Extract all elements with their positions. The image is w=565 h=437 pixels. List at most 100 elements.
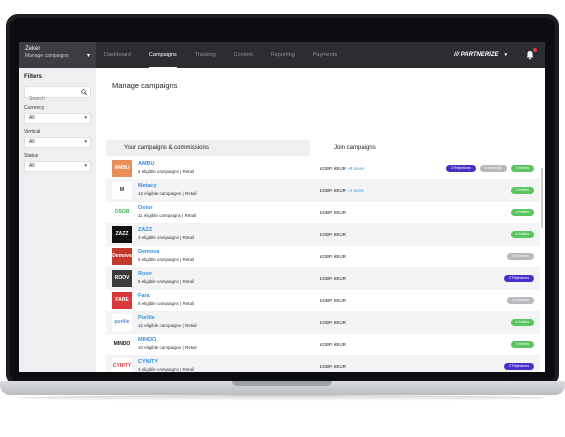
campaign-row[interactable]: ROOV Roov 6 eligible campaigns | Retail £GB… — [106, 268, 540, 290]
campaign-row[interactable]: AMBU AMBU 4 eligible campaigns | Retail £GB… — [106, 158, 540, 180]
main-nav: Dashboard Campaigns Tracking Content Rep… — [96, 42, 355, 68]
currency-text: £GBP, €EUR — [320, 298, 346, 303]
campaign-tabs: Your campaigns & commissions Join campai… — [106, 140, 540, 156]
currency-text: £GBP, €EUR — [320, 342, 346, 347]
status-badge[interactable]: 5 requests — [507, 253, 534, 260]
currency-text: £GBP, €EUR — [320, 254, 346, 259]
currency-list: £GBP, €EUR +8 more — [320, 166, 364, 171]
currency-text: £GBP, €EUR — [320, 320, 346, 325]
account-subtitle: Manage campaigns — [25, 53, 69, 59]
brand-logo: purlile — [112, 314, 132, 331]
campaign-row[interactable]: CYNITY CYNITY 3 eligible campaigns | Retai… — [106, 356, 540, 372]
campaign-row[interactable]: OSOR Ostor 11 eligible campaigns | Retail £… — [106, 202, 540, 224]
advertiser-name-link[interactable]: ZAZZ — [138, 227, 152, 233]
advertiser-name-link[interactable]: CYNITY — [138, 359, 158, 365]
currency-list: £GBP, €EUR — [320, 276, 346, 281]
currency-text: £GBP, €EUR — [320, 166, 346, 171]
currency-filter-select[interactable]: All ▾ — [24, 113, 91, 124]
campaign-row[interactable]: Demova Demova 5 eligible campaigns | Retai… — [106, 246, 540, 268]
laptop-notch — [232, 381, 332, 386]
eligible-campaigns-text: 8 eligible campaigns | Retail — [138, 301, 194, 306]
filters-sidebar: Filters Currency All ▾ Vertical All ▾ St… — [19, 68, 96, 372]
search-box — [24, 86, 91, 104]
status-badge[interactable]: 2 Rejections — [504, 363, 534, 370]
top-nav: Zeker Manage campaigns ▾ Dashboard Campa… — [19, 42, 545, 68]
tab-join-campaigns[interactable]: Join campaigns — [328, 140, 376, 156]
currency-list: £GBP, €EUR — [320, 364, 346, 369]
currency-text: £GBP, €EUR — [320, 232, 346, 237]
currency-text: £GBP, €EUR — [320, 188, 346, 193]
status-filter-label: Status — [24, 153, 39, 159]
account-name: Zeker — [25, 46, 41, 52]
campaign-row[interactable]: M Metacy 12 eligible campaigns | Retail £GB… — [106, 180, 540, 202]
scrollbar[interactable] — [541, 168, 543, 228]
currency-list: £GBP, €EUR — [320, 232, 346, 237]
search-input[interactable] — [25, 94, 85, 104]
brand-logo: FARE — [112, 292, 132, 309]
advertiser-name-link[interactable]: Ostor — [138, 205, 153, 211]
currency-list: £GBP, €EUR — [320, 342, 346, 347]
currency-list: £GBP, €EUR — [320, 254, 346, 259]
advertiser-name-link[interactable]: Purlile — [138, 315, 155, 321]
eligible-campaigns-text: 3 eligible campaigns | Retail — [138, 367, 194, 372]
status-badges: 4 Invites — [510, 209, 534, 216]
status-badge[interactable]: 2 Rejections — [446, 165, 476, 172]
advertiser-name-link[interactable]: AMBU — [138, 161, 155, 167]
more-currencies-link[interactable]: +2 more — [347, 188, 364, 193]
currency-list: £GBP, €EUR +2 more — [320, 188, 364, 193]
advertiser-name-link[interactable]: MINDO — [138, 337, 156, 343]
page-title: Manage campaigns — [112, 81, 178, 90]
advertiser-name-link[interactable]: Metacy — [138, 183, 157, 189]
status-badges: 5 requests — [507, 297, 534, 304]
nav-payments[interactable]: Payments — [313, 42, 337, 68]
vertical-filter-select[interactable]: All ▾ — [24, 137, 91, 148]
more-currencies-link[interactable]: +8 more — [347, 166, 364, 171]
brand-logo: MINDO — [112, 336, 132, 353]
status-badge[interactable]: 5 requests — [479, 165, 507, 172]
eligible-campaigns-text: 10 eligible campaigns | Retail — [138, 345, 197, 350]
tab-your-campaigns[interactable]: Your campaigns & commissions — [106, 140, 310, 156]
status-badge[interactable]: 4 Invites — [510, 319, 534, 326]
nav-campaigns[interactable]: Campaigns — [148, 42, 177, 68]
currency-list: £GBP, €EUR — [320, 320, 346, 325]
status-filter-select[interactable]: All ▾ — [24, 161, 91, 172]
eligible-campaigns-text: 4 eligible campaigns | Retail — [138, 169, 194, 174]
status-badge[interactable]: 4 Invites — [510, 231, 534, 238]
status-badges: 4 Invites — [510, 231, 534, 238]
nav-content[interactable]: Content — [234, 42, 253, 68]
chevron-down-icon: ▾ — [504, 52, 507, 58]
status-badge[interactable]: 4 Invites — [510, 165, 534, 172]
brand-logo: CYNITY — [112, 358, 132, 372]
advertiser-name-link[interactable]: Roov — [138, 271, 152, 277]
status-badge[interactable]: 5 requests — [507, 297, 534, 304]
main-content: Manage campaigns Your campaigns & commis… — [96, 68, 545, 372]
nav-dashboard[interactable]: Dashboard — [104, 42, 131, 68]
eligible-campaigns-text: 6 eligible campaigns | Retail — [138, 279, 194, 284]
status-badge[interactable]: 4 Invites — [510, 187, 534, 194]
laptop-scene: Zeker Manage campaigns ▾ Dashboard Campa… — [0, 0, 565, 437]
status-badges: 2 Rejections — [504, 363, 534, 370]
status-badge[interactable]: 4 Invites — [510, 209, 534, 216]
advertiser-name-link[interactable]: Fara — [138, 293, 150, 299]
app-screen: Zeker Manage campaigns ▾ Dashboard Campa… — [19, 42, 545, 372]
search-icon[interactable] — [81, 89, 87, 95]
chevron-down-icon: ▾ — [84, 139, 87, 145]
status-badge[interactable]: 4 Invites — [510, 341, 534, 348]
currency-text: £GBP, €EUR — [320, 276, 346, 281]
advertiser-name-link[interactable]: Demova — [138, 249, 159, 255]
campaign-row[interactable]: purlile Purlile 12 eligible campaigns | Re… — [106, 312, 540, 334]
account-switcher[interactable]: Zeker Manage campaigns ▾ — [19, 42, 96, 68]
eligible-campaigns-text: 12 eligible campaigns | Retail — [138, 191, 197, 196]
campaign-row[interactable]: FARE Fara 8 eligible campaigns | Retail £GB… — [106, 290, 540, 312]
eligible-campaigns-text: 3 eligible campaigns | Retail — [138, 235, 194, 240]
campaign-row[interactable]: ZAZZ ZAZZ 3 eligible campaigns | Retail £GB… — [106, 224, 540, 246]
nav-tracking[interactable]: Tracking — [195, 42, 216, 68]
campaign-row[interactable]: MINDO MINDO 10 eligible campaigns | Retail… — [106, 334, 540, 356]
status-badge[interactable]: 2 Rejections — [504, 275, 534, 282]
partnerize-logo-menu[interactable]: /// PARTNERIZE ▾ — [454, 42, 507, 68]
nav-reporting[interactable]: Reporting — [271, 42, 295, 68]
chevron-down-icon: ▾ — [86, 53, 90, 59]
eligible-campaigns-text: 5 eligible campaigns | Retail — [138, 257, 194, 262]
vertical-filter-value: All — [29, 139, 35, 145]
status-badges: 4 Invites — [510, 319, 534, 326]
